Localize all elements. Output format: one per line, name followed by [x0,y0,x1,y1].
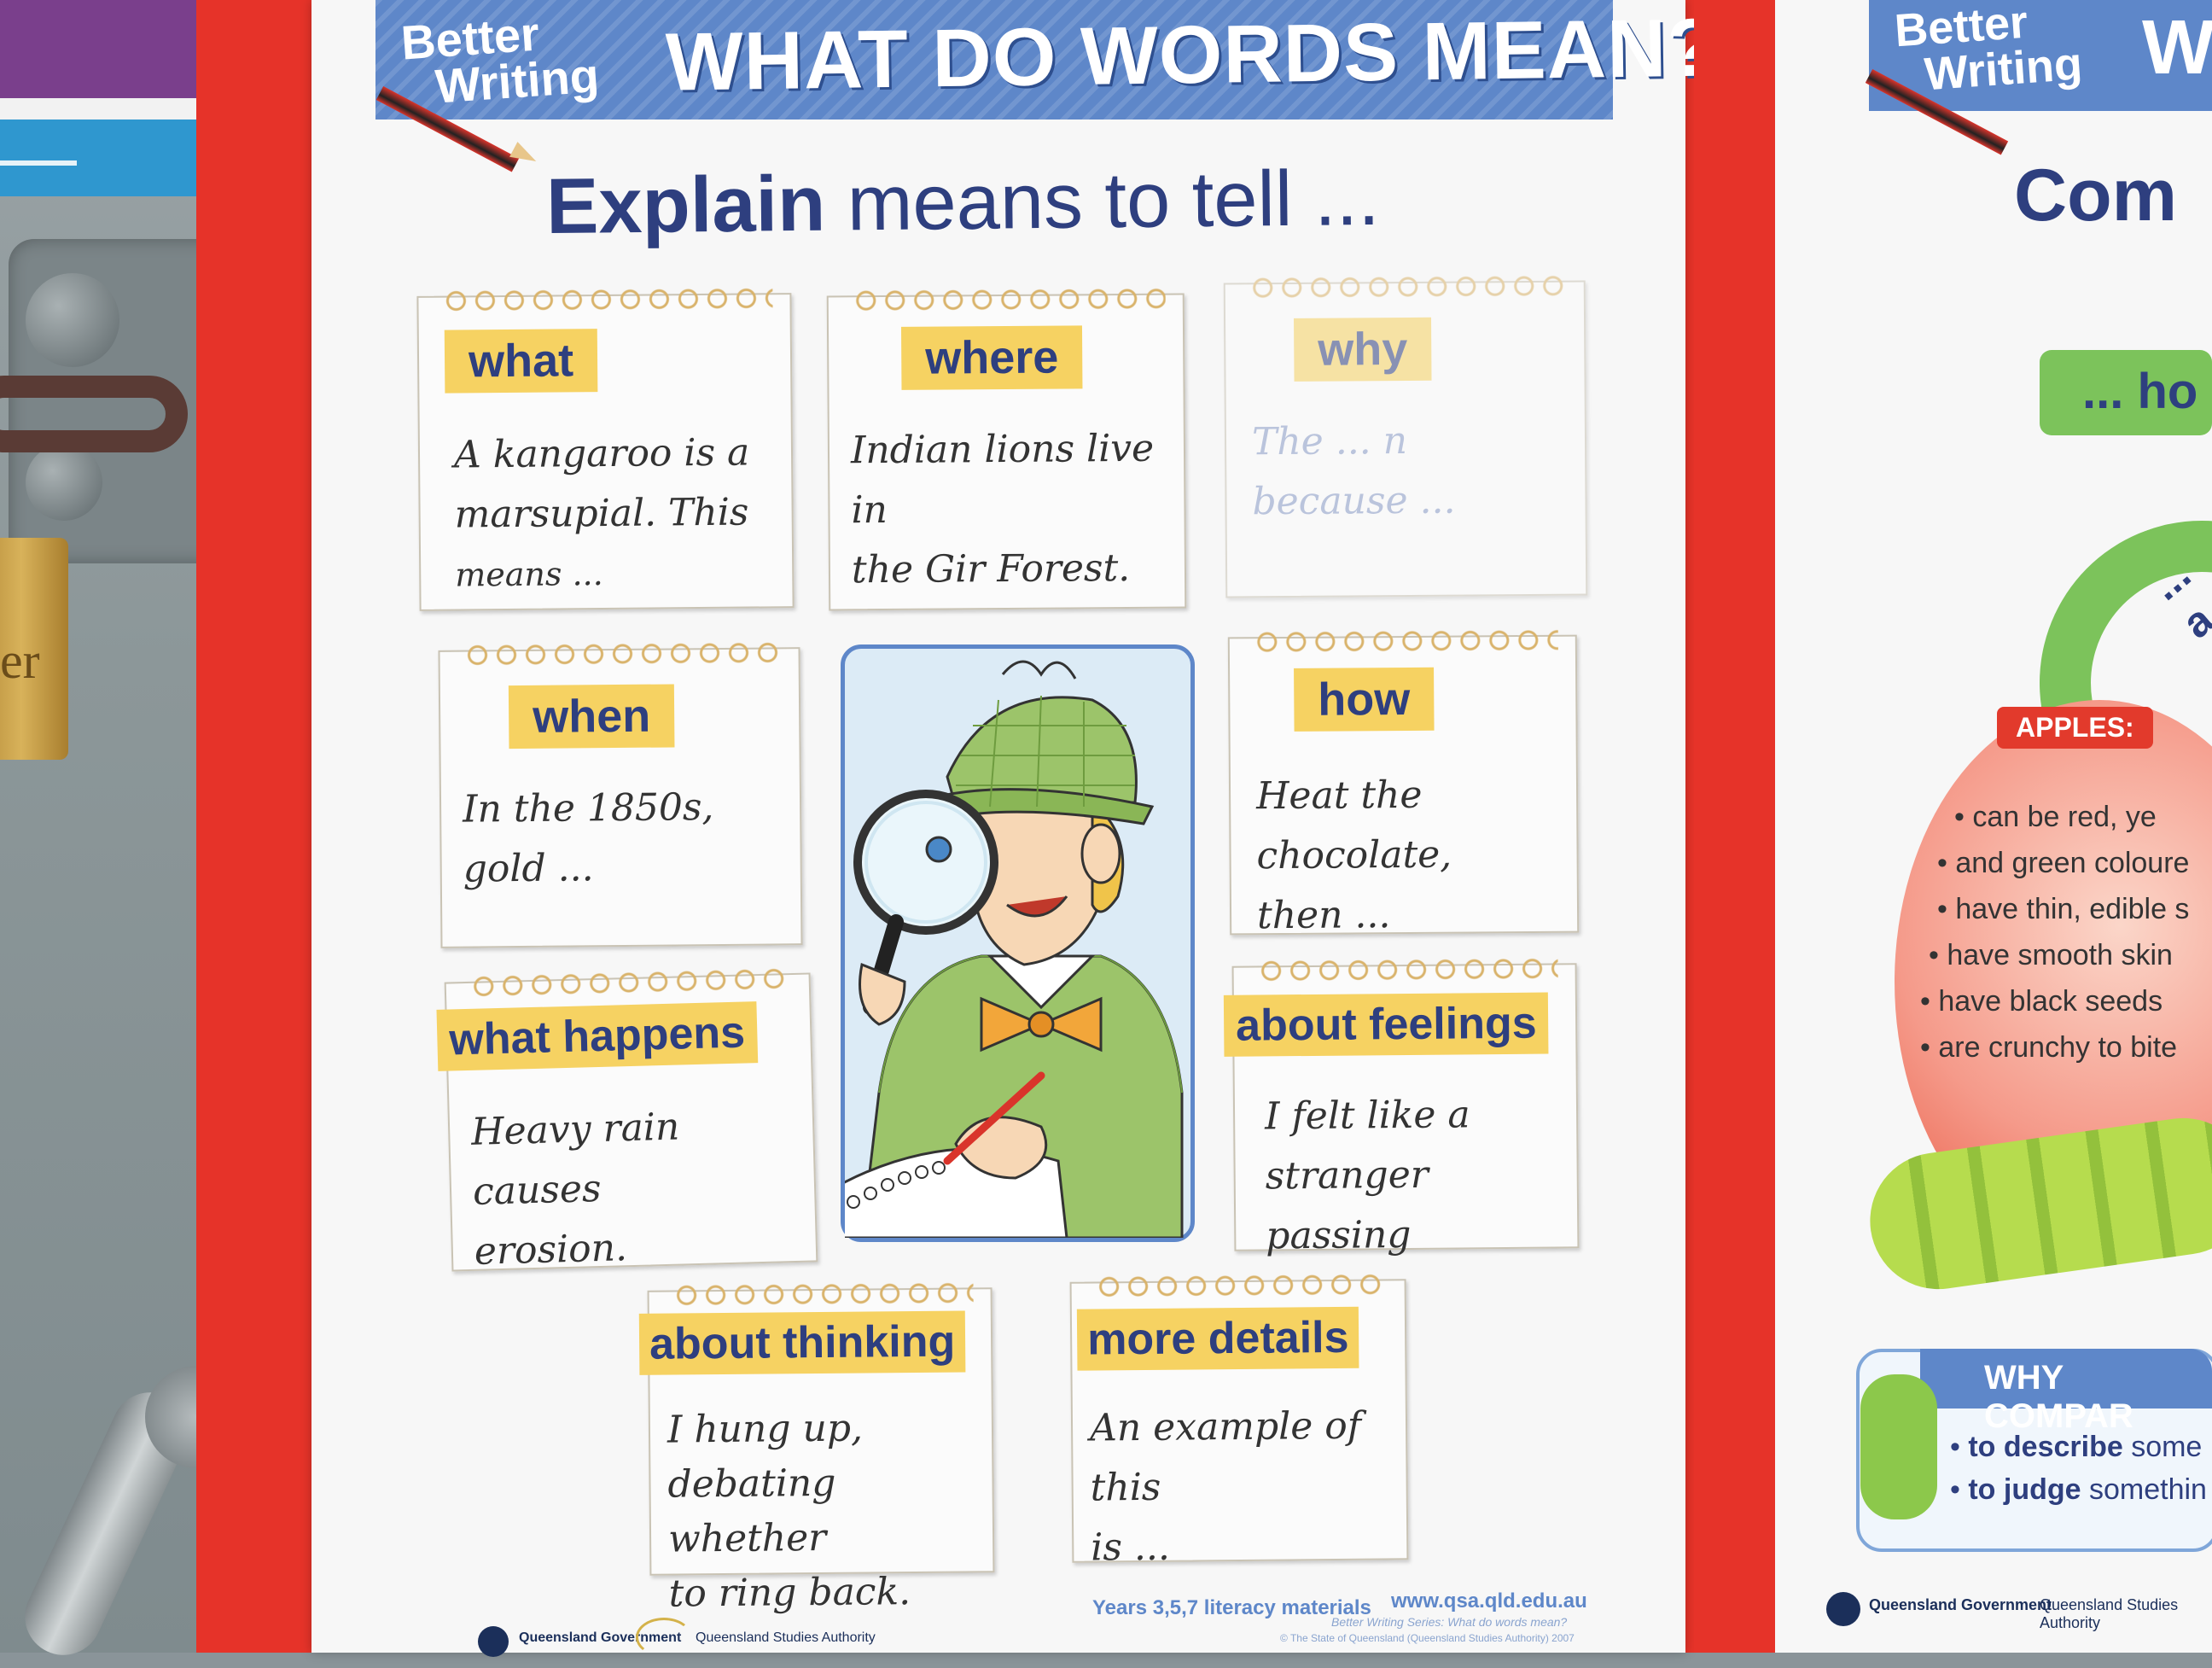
card-text: An example of this is ... [1090,1396,1407,1578]
right-qgov-label: Queensland Government [1869,1596,2052,1613]
queensland-government-logo-icon [1826,1592,1860,1626]
apple-fact: and green coloure [1937,840,2189,886]
card-line: then ... [1256,893,1391,938]
poster-title: WHAT DO WORDS MEAN? [665,2,1719,108]
card-line: A kangaroo is a [453,430,750,477]
apple-fact: have black seeds [1920,978,2189,1024]
apple-fact: have thin, edible s [1937,886,2189,932]
card-line: I hung up, [667,1406,864,1452]
card-about-thinking: about thinking I hung up, debating wheth… [638,1280,995,1616]
notepad-rings [465,640,782,668]
card-line: marsupial. This [454,490,749,537]
padlock-engraving: er [0,633,40,689]
card-when: when In the 1850s, gold ... [438,640,803,948]
bug-illustration [1860,1374,1937,1519]
notepad-rings [1259,956,1558,983]
why-item-rest: some [2122,1431,2203,1463]
card-tag: where [900,325,1083,390]
headline: Explain means to tell ... [545,154,1380,252]
qsa-label: Queensland Studies Authority [696,1630,876,1645]
card-text: Heavy rain causes erosion. [470,1094,816,1281]
notepad-rings [853,286,1166,313]
right-brand-writing: Writing [1923,38,2084,101]
notepad-rings [1250,273,1567,300]
apple-fact: are crunchy to bite [1920,1024,2189,1070]
card-tag: more details [1076,1306,1359,1371]
card-tag: when [508,684,675,749]
apple-fact: can be red, ye [1954,794,2189,840]
blue-strip [0,120,222,196]
bolt [26,273,119,367]
why-item-key: to judge [1968,1473,2081,1506]
bolt [26,444,102,521]
card-line: means ... [455,555,603,594]
card-text: The ... n because ... [1252,411,1456,533]
card-line: to ring back. [668,1570,911,1616]
card-line: is ... [1091,1525,1171,1570]
card-tag: why [1294,317,1432,382]
card-text: A kangaroo is a marsupial. This means ..… [454,423,751,605]
why-item-key: to describe [1968,1431,2123,1463]
right-qsa-label: Queensland Studies Authority [2040,1596,2179,1631]
card-more-details: more details An example of this is ... [1069,1272,1409,1570]
footer-copyright: © The State of Queensland (Queensland St… [1280,1632,1575,1644]
footer-years: Years 3,5,7 literacy materials [1092,1596,1371,1619]
card-how: how Heat the chocolate, then ... [1227,627,1580,937]
card-what: what A kangaroo is a marsupial. This mea… [416,286,795,611]
card-tag: about feelings [1223,992,1549,1057]
card-tag: about thinking [638,1310,966,1375]
apple-fact: have smooth skin [1929,932,2189,978]
card-text: I hung up, debating whether to ring back… [667,1400,993,1621]
notepad-rings [444,286,773,313]
card-line: I felt like a [1264,1093,1470,1139]
card-what-happens: what happens Heavy rain causes erosion. [436,966,818,1274]
right-headline: Com [2014,155,2178,236]
card-tag: what [444,329,598,394]
blue-strip-line [0,160,77,166]
arrow-label: ... ho [2082,364,2198,419]
why-compare-list: to describe some to judge somethin [1950,1426,2207,1511]
headline-keyword: Explain [545,160,826,251]
padlock-shackle [0,376,188,452]
notepad-rings [1254,627,1558,655]
detective-illustration [835,660,1184,1239]
card-line: Indian lions live in [850,426,1155,533]
card-line: An example of this [1089,1403,1362,1510]
card-line: erosion. [474,1226,628,1274]
card-tag: how [1294,667,1435,732]
card-line: the Gir Forest. [851,545,1131,592]
card-text: I felt like a stranger passing [1265,1084,1578,1266]
card-text: Indian lions live in the Gir Forest. [851,419,1185,601]
red-gap [1694,0,1775,1653]
headline-rest: means to tell ... [847,154,1381,248]
card-line: In the 1850s, gold ... [462,785,714,891]
why-compare-title: WHY COMPAR [1984,1359,2133,1435]
card-text: In the 1850s, gold ... [463,777,800,899]
apples-badge: APPLES: [1997,707,2153,749]
card-line: debating whether [667,1461,836,1561]
notepad-rings [1097,1272,1388,1299]
detective-illustration-frame [835,644,1195,1242]
right-poster-title: W [2142,5,2212,90]
card-line: The ... n [1251,418,1408,464]
notepad-rings [674,1280,974,1308]
card-line: Heavy rain causes [470,1105,680,1214]
card-tag: what happens [436,1001,758,1071]
brand-writing: Writing [434,48,601,114]
qsa-logo-icon [636,1618,692,1657]
why-item: to judge somethin [1950,1468,2207,1511]
card-line: Heat the chocolate, [1255,773,1452,878]
card-line: because ... [1252,478,1456,524]
footer-url[interactable]: www.qsa.qld.edu.au [1391,1589,1587,1613]
why-item-rest: somethin [2081,1473,2207,1506]
apple-facts-list: can be red, ye and green coloure have th… [1938,794,2189,1070]
card-line: stranger passing [1265,1152,1429,1258]
why-item: to describe some [1950,1426,2207,1468]
card-text: Heat the chocolate, then ... [1256,765,1577,947]
card-why: why The ... n because ... [1223,273,1588,598]
card-where: where Indian lions live in the Gir Fores… [826,286,1187,611]
footer-series: Better Writing Series: What do words mea… [1331,1615,1568,1629]
card-about-feelings: about feelings I felt like a stranger pa… [1223,956,1580,1257]
